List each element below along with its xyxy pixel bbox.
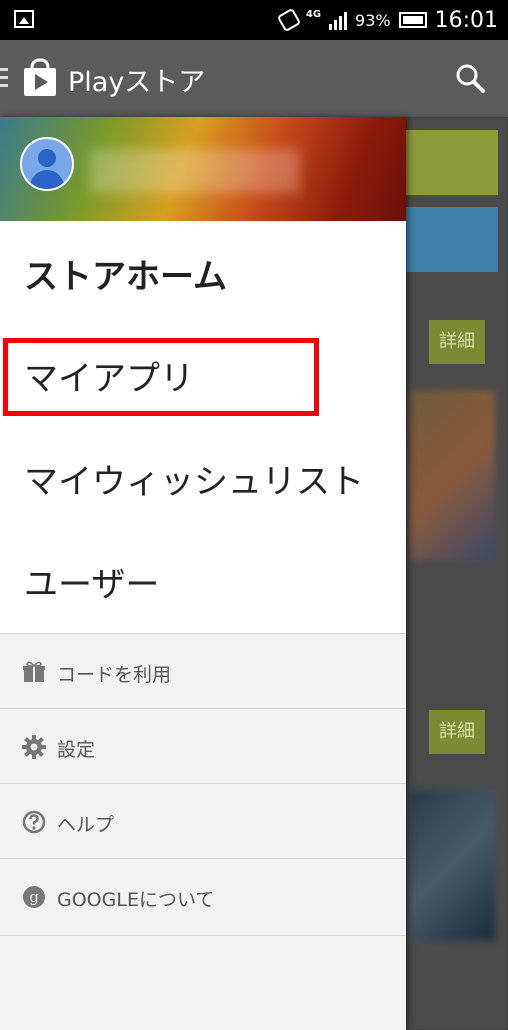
clock: 16:01: [434, 7, 498, 33]
primary-menu: ストアホーム マイアプリ マイウィッシュリスト ユーザー: [0, 221, 406, 633]
background-tile: [406, 130, 498, 195]
search-icon[interactable]: [454, 62, 486, 94]
detail-button[interactable]: 詳細: [429, 710, 485, 754]
gear-icon: [22, 735, 46, 759]
menu-item-label: 設定: [57, 739, 96, 761]
background-tile: [406, 207, 498, 272]
app-title: Playストア: [68, 67, 206, 98]
menu-item-settings[interactable]: 設定: [0, 708, 406, 784]
menu-icon[interactable]: [0, 68, 8, 92]
app-bar: Playストア: [0, 40, 508, 117]
play-store-logo: [24, 58, 56, 96]
menu-item-label: ヘルプ: [57, 814, 115, 836]
status-bar: 4G 93% 16:01: [0, 0, 508, 40]
menu-item-store-home[interactable]: ストアホーム: [0, 221, 406, 321]
menu-item-my-wishlist[interactable]: マイウィッシュリスト: [0, 426, 406, 526]
menu-item-redeem-code[interactable]: コードを利用: [0, 633, 406, 709]
navigation-drawer: ストアホーム マイアプリ マイウィッシュリスト ユーザー コードを利用 設定 ヘ…: [0, 117, 406, 1030]
menu-item-help[interactable]: ヘルプ: [0, 783, 406, 859]
divider: [0, 935, 406, 936]
menu-item-about-google[interactable]: g GOOGLEについて: [0, 858, 406, 934]
google-icon: g: [23, 886, 45, 908]
account-name-blurred: [90, 149, 300, 193]
avatar[interactable]: [20, 137, 74, 191]
status-right: 4G 93% 16:01: [276, 0, 498, 40]
menu-item-label: ストアホーム: [24, 257, 227, 297]
background-app-image: [410, 390, 495, 560]
menu-item-label: ユーザー: [24, 565, 160, 605]
highlight-box: [3, 338, 319, 416]
menu-item-label: コードを利用: [57, 664, 172, 686]
menu-item-user[interactable]: ユーザー: [0, 529, 406, 629]
gift-icon: [23, 661, 45, 682]
detail-button[interactable]: 詳細: [429, 320, 485, 364]
background-app-image: [410, 790, 495, 940]
battery-icon: [398, 12, 427, 28]
signal-icon: [329, 10, 348, 30]
menu-item-label: マイウィッシュリスト: [24, 462, 364, 502]
network-type: 4G: [305, 8, 322, 20]
drawer-header: [0, 117, 406, 221]
image-notification-icon: [14, 10, 34, 28]
nfc-icon: [276, 7, 302, 33]
menu-item-label: GOOGLEについて: [57, 889, 215, 911]
svg-text:g: g: [29, 888, 39, 906]
help-icon: [22, 810, 46, 834]
battery-percent: 93%: [355, 10, 391, 30]
